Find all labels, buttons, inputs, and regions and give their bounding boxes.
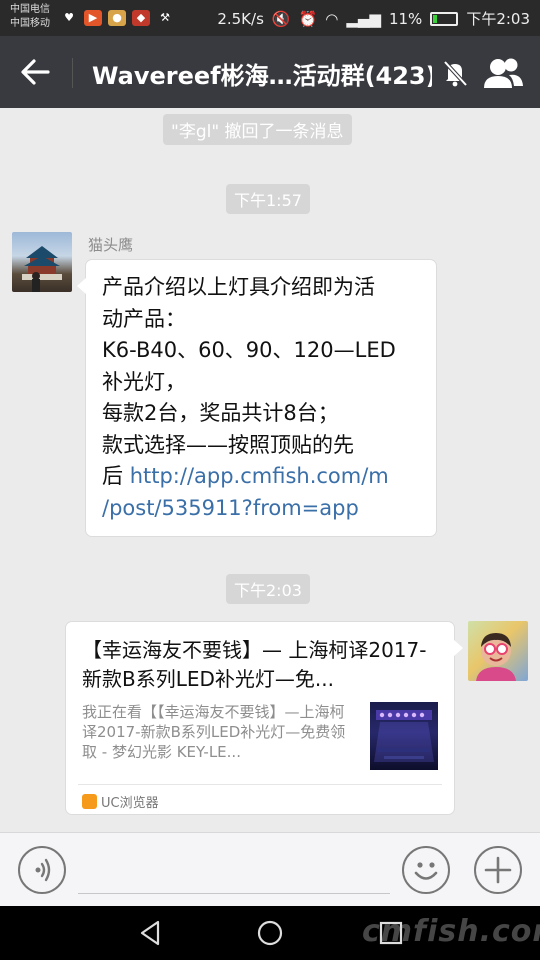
timestamp: 下午1:57 <box>226 184 310 214</box>
chat-title: Wavereef彬海…活动群(423) <box>92 62 432 90</box>
message-text: 产品介绍以上灯具介绍即为活 动产品： K6-B40、60、90、120—LED … <box>102 275 396 520</box>
card-description: 我正在看【【幸运海友不要钱】—上海柯译2017-新款B系列LED补光灯—免费领取… <box>82 703 346 761</box>
child-photo <box>476 633 516 681</box>
bell-off-icon <box>443 60 468 87</box>
notification-icons: ♥ ▶ ● ◆ ⚒ <box>60 10 174 26</box>
link-card-message[interactable]: 【幸运海友不要钱】— 上海柯译2017-新款B系列LED补光灯—免... 我正在… <box>66 622 463 814</box>
alarm-icon: ⏰ <box>298 9 318 28</box>
voice-icon <box>35 858 51 882</box>
card-divider <box>78 784 442 785</box>
recall-notice: "李gl" 撤回了一条消息 <box>163 114 352 145</box>
status-right: 2.5K/s 🔇 ⏰ ◠ ▂▄▆ 11% 下午2:03 <box>217 8 530 29</box>
chat-header: Wavereef彬海…活动群(423) <box>0 36 540 108</box>
plus-icon <box>484 856 512 884</box>
battery-icon <box>430 11 459 26</box>
message-input[interactable] <box>78 893 390 894</box>
heart-icon: ♥ <box>64 11 74 24</box>
timestamp: 下午2:03 <box>226 574 310 604</box>
status-time: 下午2:03 <box>466 10 530 28</box>
status-bar: 中国电信 中国移动 ♥ ▶ ● ◆ ⚒ 2.5K/s 🔇 ⏰ ◠ ▂▄▆ 11%… <box>0 0 540 36</box>
message-link-continued[interactable]: /post/535911?from=app <box>102 496 359 520</box>
carrier-2: 中国移动 <box>10 18 50 29</box>
emoji-button[interactable] <box>402 846 450 894</box>
group-icon[interactable] <box>482 56 524 90</box>
signal-icon: ▂▄▆ <box>346 9 381 28</box>
watermark: cmfish.com <box>362 914 540 949</box>
net-speed: 2.5K/s <box>217 9 264 28</box>
mute-status-icon: 🔇 <box>271 9 291 28</box>
card-title: 【幸运海友不要钱】— 上海柯译2017-新款B系列LED补光灯—免... <box>82 638 427 691</box>
uc-browser-icon <box>82 794 97 809</box>
led-light-image <box>374 710 434 762</box>
nav-back-icon[interactable] <box>136 918 166 948</box>
card-thumbnail <box>370 702 438 770</box>
wrench-icon: ⚒ <box>160 11 170 24</box>
input-bar <box>0 832 540 906</box>
app-notification-icon: ● <box>108 10 126 26</box>
temple-photo <box>22 246 62 292</box>
video-app-icon: ▶ <box>84 10 102 26</box>
carrier-1: 中国电信 <box>10 4 50 15</box>
text-message-bubble[interactable]: 产品介绍以上灯具介绍即为活 动产品： K6-B40、60、90、120—LED … <box>77 260 436 536</box>
nav-home-icon[interactable] <box>255 918 285 948</box>
arrow-left-icon[interactable] <box>18 56 52 88</box>
source-name: UC浏览器 <box>101 796 159 811</box>
avatar[interactable] <box>468 621 528 681</box>
carrier-info: 中国电信 中国移动 <box>10 3 50 31</box>
more-button[interactable] <box>474 846 522 894</box>
smiley-icon <box>414 862 438 880</box>
avatar[interactable] <box>12 232 72 292</box>
voice-button[interactable] <box>18 846 66 894</box>
card-source: UC浏览器 <box>82 792 159 811</box>
shop-app-icon: ◆ <box>132 10 150 26</box>
chat-area[interactable]: "李gl" 撤回了一条消息 下午1:57 猫头鹰 产品介绍以上灯具介绍即为活 动… <box>0 108 540 832</box>
header-divider <box>72 58 73 88</box>
battery-percent: 11% <box>388 9 423 28</box>
sender-name: 猫头鹰 <box>88 236 134 254</box>
wifi-icon: ◠ <box>325 9 339 28</box>
message-link[interactable]: http://app.cmfish.com/m <box>130 464 389 488</box>
